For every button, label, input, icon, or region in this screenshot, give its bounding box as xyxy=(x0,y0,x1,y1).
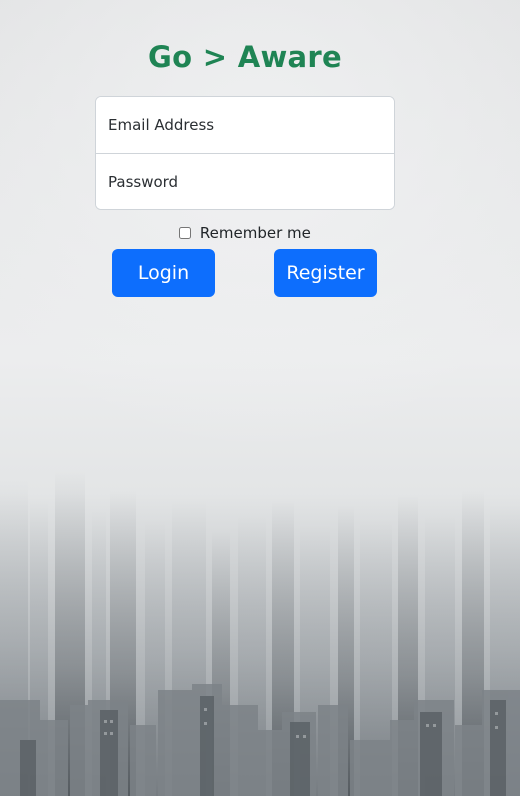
login-form xyxy=(95,96,395,210)
remember-me-checkbox[interactable] xyxy=(179,227,192,239)
login-page: Go > Aware Remember me Login Register xyxy=(0,0,520,796)
login-button[interactable]: Login xyxy=(112,249,215,297)
remember-me-row: Remember me xyxy=(0,224,490,242)
register-button[interactable]: Register xyxy=(274,249,377,297)
email-field[interactable] xyxy=(96,97,394,154)
remember-me-label: Remember me xyxy=(199,224,311,242)
app-title: Go > Aware xyxy=(148,40,342,74)
password-field[interactable] xyxy=(96,154,394,209)
